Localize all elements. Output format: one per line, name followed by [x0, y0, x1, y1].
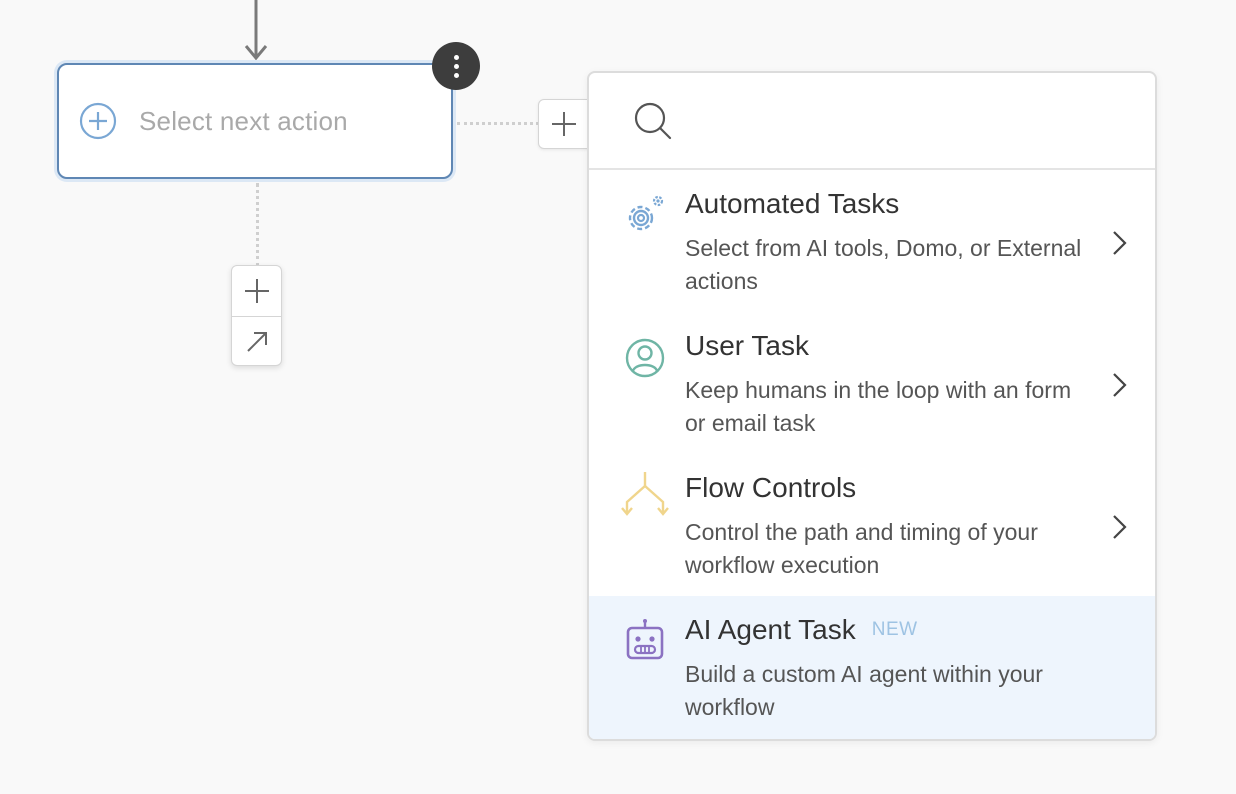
node-label: Select next action	[139, 105, 348, 136]
menu-item-automated-tasks[interactable]: Automated Tasks Select from AI tools, Do…	[589, 170, 1155, 312]
robot-icon	[626, 619, 664, 660]
add-circle-icon	[79, 102, 117, 140]
user-icon	[625, 338, 665, 378]
menu-item-description: Select from AI tools, Domo, or External …	[685, 235, 1082, 294]
more-options-button[interactable]	[432, 42, 480, 90]
menu-item-description: Build a custom AI agent within your work…	[685, 661, 1043, 720]
menu-item-description: Control the path and timing of your work…	[685, 519, 1038, 578]
chevron-right-icon	[1113, 373, 1127, 397]
search-bar	[589, 73, 1155, 170]
menu-item-flow-controls[interactable]: Flow Controls Control the path and timin…	[589, 454, 1155, 596]
branch-icon	[621, 472, 669, 516]
connector-vertical	[256, 183, 259, 267]
action-picker-dropdown: Automated Tasks Select from AI tools, Do…	[587, 71, 1157, 741]
chevron-right-icon	[1113, 515, 1127, 539]
search-input[interactable]	[687, 89, 1135, 152]
connector-horizontal	[457, 122, 539, 125]
node-action-stack	[231, 265, 282, 366]
add-branch-button[interactable]	[538, 99, 590, 149]
item-title-text: AI Agent Task	[685, 614, 856, 645]
item-title-text: Flow Controls	[685, 472, 857, 503]
link-step-button[interactable]	[232, 316, 281, 367]
menu-item-title: AI Agent Task NEW	[685, 614, 918, 646]
menu-item-ai-agent-task[interactable]: AI Agent Task NEW Build a custom AI agent…	[589, 596, 1155, 739]
chevron-right-icon	[1113, 231, 1127, 255]
menu-item-user-task[interactable]: User Task Keep humans in the loop with a…	[589, 312, 1155, 454]
plus-icon	[552, 112, 576, 136]
kebab-dot	[453, 72, 459, 78]
kebab-dot	[453, 63, 459, 69]
gear-icon	[628, 195, 664, 231]
menu-item-title: Flow Controls	[685, 472, 856, 504]
add-step-button[interactable]	[232, 266, 281, 316]
item-title-text: User Task	[685, 330, 809, 361]
menu-item-description: Keep humans in the loop with an form or …	[685, 377, 1072, 436]
plus-icon	[244, 279, 269, 303]
menu-item-title: Automated Tasks	[685, 188, 899, 220]
new-badge: NEW	[871, 619, 918, 640]
arrow-up-right-icon	[246, 332, 267, 352]
menu-item-title: User Task	[685, 330, 809, 362]
kebab-dot	[453, 54, 459, 60]
item-title-text: Automated Tasks	[685, 188, 900, 219]
incoming-arrow-icon	[244, 0, 268, 61]
workflow-canvas: Select next action Automated Tasks Selec…	[0, 0, 1236, 794]
select-next-action-node[interactable]: Select next action	[57, 63, 453, 179]
search-icon	[634, 102, 672, 139]
